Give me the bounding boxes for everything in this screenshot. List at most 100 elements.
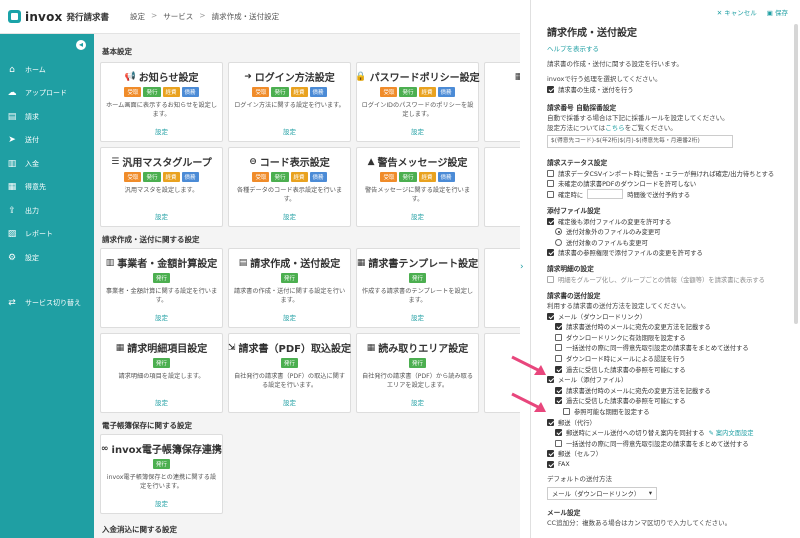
card-settings-link[interactable]: 設定 — [357, 126, 478, 136]
method-fax[interactable]: FAX — [547, 459, 791, 470]
settings-card[interactable]: 📢 お知らせ設定 受取 発行 経費 債務 ホーム画面に表示するお知らせを設定します。 設定 — [100, 62, 223, 142]
sidebar-collapse-icon[interactable]: ◂ — [76, 40, 86, 50]
radio[interactable] — [555, 228, 562, 236]
sidebar-item[interactable]: ▥ 入金 — [0, 152, 94, 176]
method-attach-2[interactable]: 過去に受信した請求書の参照を可能にする — [547, 396, 791, 407]
card-settings-link[interactable]: 設定 — [101, 126, 222, 136]
card-settings-link[interactable]: 設定 — [485, 312, 520, 322]
method-self[interactable]: 郵送（セルフ） — [547, 449, 791, 460]
settings-card[interactable]: ⇲ 請求書（PDF）取込設定 発行 自社発行の請求書（PDF）の取込に関する設定を行い… — [228, 333, 351, 413]
settings-card[interactable]: ▦ 請求書テンプレート設定 発行 作成する請求書のテンプレートを設定します。 設定 — [356, 248, 479, 328]
method-post[interactable]: 郵送（代行） — [547, 417, 791, 428]
status-option-3[interactable]: 確定時に 時間後で送付予約する — [547, 189, 791, 200]
attach-option-1[interactable]: 確定後も添付ファイルの変更を許可する — [547, 216, 791, 227]
default-method-select[interactable]: メール（ダウンロードリンク） ▾ — [547, 486, 657, 500]
card-settings-link[interactable]: 設定 — [101, 498, 222, 508]
card-settings-link[interactable]: 設定 — [229, 126, 350, 136]
notice-template-link[interactable]: ✎ 案内文面設定 — [709, 428, 754, 437]
status-option-1[interactable]: 請求データCSVインポート時に警告・エラーが無ければ確定/出力待ちとする — [547, 168, 791, 179]
checkbox[interactable] — [555, 429, 562, 437]
checkbox[interactable] — [555, 355, 562, 363]
process-option[interactable]: 請求書の生成・送付を行う — [547, 84, 791, 95]
settings-card[interactable]: ▦ 請求明細項目設定 発行 請求明細の項目を設定します。 設定 — [100, 333, 223, 413]
checkbox[interactable] — [547, 312, 554, 320]
settings-card[interactable]: ∞ invox電子帳簿保存連携 発行 invox電子帳簿保存との連携に関する設定を行い… — [100, 434, 223, 514]
checkbox[interactable] — [547, 275, 554, 283]
settings-card[interactable]: ⊖ コード表示設定 受取 発行 経費 債務 各種データのコード表示設定を行います。 設定 — [228, 147, 351, 227]
method-download[interactable]: メール（ダウンロードリンク） — [547, 311, 791, 322]
checkbox[interactable] — [547, 450, 554, 458]
method-post-1[interactable]: 郵送時にメール送付への切り替え案内を同封する ✎ 案内文面設定 — [547, 427, 791, 438]
card-settings-link[interactable]: 設定 — [101, 211, 222, 221]
attach-radio-1[interactable]: 送付対象外のファイルのみ変更可 — [547, 226, 791, 237]
radio[interactable] — [555, 238, 562, 246]
app-logo[interactable]: invox 発行請求書 — [0, 10, 112, 24]
checkbox[interactable] — [547, 190, 554, 198]
reserve-hours-input[interactable] — [587, 189, 624, 200]
checkbox[interactable] — [547, 169, 554, 177]
settings-card[interactable]: ▥ 事業者・金額計算設定 発行 事業者・金額計算に関する設定を行います。 設定 — [100, 248, 223, 328]
settings-card[interactable]: ▦請請求日・支払設定 — [484, 248, 520, 328]
attach-option-2[interactable]: 請求書の参照権限で添付ファイルの変更を許可する — [547, 248, 791, 259]
panel-scrollbar[interactable] — [794, 24, 798, 324]
settings-card[interactable]: ▦オプ受取各種オプシ設定 — [484, 147, 520, 227]
checkbox[interactable] — [555, 397, 562, 405]
card-settings-link[interactable]: 設定 — [357, 312, 478, 322]
panel-toggle-icon[interactable]: › — [520, 262, 530, 272]
card-settings-link[interactable]: 設定 — [485, 126, 520, 136]
detail-option-1[interactable]: 明細をグループ化し、グループごとの情報（金額等）を請求書に表示する — [547, 274, 791, 285]
service-switch-button[interactable]: ⇄ サービス切り替え — [0, 292, 94, 314]
numbering-rule-input[interactable]: $(得意先コード)-$(年2桁)$(月)-$(得意先毎・月連番2桁) — [547, 134, 733, 148]
numbering-help-link[interactable]: こちら — [605, 124, 625, 132]
checkbox[interactable] — [563, 408, 570, 416]
method-attach-2-sub[interactable]: 参照可能な期間を設定する — [547, 406, 791, 417]
sidebar-item[interactable]: ▨ レポート — [0, 223, 94, 247]
save-button[interactable]: ▣ 保存 — [767, 7, 788, 17]
checkbox[interactable] — [547, 461, 554, 468]
card-settings-link[interactable]: 設定 — [485, 211, 520, 221]
checkbox[interactable] — [555, 344, 562, 352]
checkbox[interactable] — [547, 249, 554, 257]
settings-card[interactable]: ▦ 読み取りエリア設定 発行 自社発行の請求書（PDF）から読み取るエリアを設定します… — [356, 333, 479, 413]
settings-card[interactable]: ➜ ログイン方法設定 受取 発行 経費 債務 ログイン方法に関する設定を行います。 設定 — [228, 62, 351, 142]
method-download-4[interactable]: ダウンロード時にメールによる認証を行う — [547, 353, 791, 364]
card-settings-link[interactable]: 設定 — [357, 397, 478, 407]
settings-card[interactable]: ☰ 汎用マスタグループ 受取 発行 経費 債務 汎用マスタを設定します。 設定 — [100, 147, 223, 227]
checkbox[interactable] — [555, 323, 562, 331]
sidebar-item[interactable]: ▤ 請求 — [0, 105, 94, 129]
sidebar-item[interactable]: ▦ 得意先 — [0, 176, 94, 200]
settings-card[interactable]: 🔒 パスワードポリシー設定 受取 発行 経費 債務 ログインIDのパスワードのポリシーを設定… — [355, 62, 480, 142]
attach-radio-2[interactable]: 送付対象のファイルも変更可 — [547, 237, 791, 248]
breadcrumb-item[interactable]: 設定 — [130, 11, 145, 22]
sidebar-item[interactable]: ➤ 送付 — [0, 129, 94, 153]
method-download-3[interactable]: 一括送付の際に同一得意先取引設定の請求書をまとめて送付する — [547, 343, 791, 354]
card-settings-link[interactable]: 設定 — [101, 312, 222, 322]
card-settings-link[interactable]: 設定 — [229, 397, 350, 407]
help-link[interactable]: ヘルプを表示する — [547, 43, 791, 53]
checkbox[interactable] — [547, 85, 554, 93]
card-settings-link[interactable]: 設定 — [101, 397, 222, 407]
sidebar-item[interactable]: ☁ アップロード — [0, 82, 94, 106]
method-attach-1[interactable]: 請求書送付時のメールに宛先の変更方法を記載する — [547, 385, 791, 396]
breadcrumb-item[interactable]: サービス — [163, 11, 193, 22]
method-post-2[interactable]: 一括送付の際に同一得意先取引設定の請求書をまとめて送付する — [547, 438, 791, 449]
method-download-2[interactable]: ダウンロードリンクに有効期限を設定する — [547, 332, 791, 343]
sidebar-item[interactable]: ⌂ ホーム — [0, 58, 94, 82]
checkbox[interactable] — [555, 333, 562, 341]
settings-card[interactable]: ▲ 警告メッセージ設定 受取 発行 経費 債務 警告メッセージに関する設定を行います。 設定 — [356, 147, 479, 227]
method-download-5[interactable]: 過去に受信した請求書の参照を可能にする — [547, 364, 791, 375]
card-settings-link[interactable]: 設定 — [229, 211, 350, 221]
checkbox[interactable] — [555, 365, 562, 373]
card-settings-link[interactable]: 設定 — [229, 312, 350, 322]
cancel-button[interactable]: ✕ キャンセル — [717, 7, 757, 17]
checkbox[interactable] — [555, 386, 562, 394]
settings-card[interactable]: ▦マスタの編マスタの編設定 — [484, 62, 520, 142]
method-download-1[interactable]: 請求書送付時のメールに宛先の変更方法を記載する — [547, 321, 791, 332]
status-option-2[interactable]: 未確定の請求書PDFのダウンロードを許可しない — [547, 179, 791, 190]
method-attach[interactable]: メール（添付ファイル） — [547, 374, 791, 385]
checkbox[interactable] — [547, 180, 554, 188]
checkbox[interactable] — [555, 439, 562, 447]
sidebar-item[interactable]: ⚙ 設定 — [0, 246, 94, 270]
settings-card[interactable]: ▤ 請求作成・送付設定 発行 請求書の作成・送付に関する設定を行います。 設定 — [228, 248, 351, 328]
checkbox[interactable] — [547, 217, 554, 225]
